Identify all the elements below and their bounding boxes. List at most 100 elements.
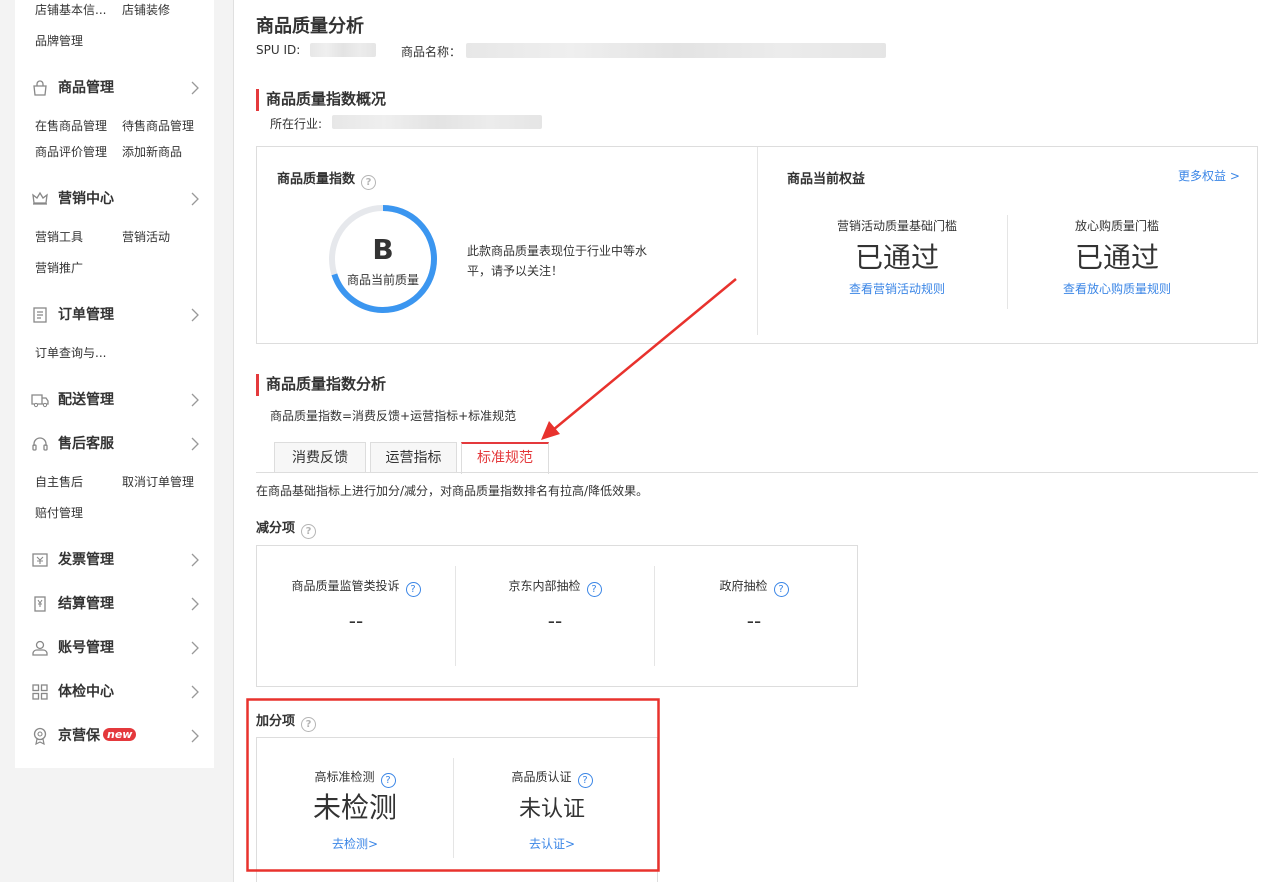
deduction-item-label: 商品质量监管类投诉 <box>291 579 400 593</box>
headset-icon <box>32 437 48 451</box>
bonus-title: 加分项? <box>256 710 317 732</box>
sidebar-link-brand[interactable]: 品牌管理 <box>35 34 83 48</box>
quality-description: 此款商品质量表现位于行业中等水 平，请予以关注！ <box>467 241 647 281</box>
deduction-card: 商品质量监管类投诉? -- 京东内部抽检? -- 政府抽检? -- <box>256 545 858 687</box>
section-title-overview: 商品质量指数概况 <box>256 89 386 111</box>
help-icon[interactable]: ? <box>405 582 421 597</box>
sidebar-group-title: 订单管理 <box>58 307 114 323</box>
bonus-item: 高标准检测? 未检测 去检测> <box>257 768 453 852</box>
divider <box>1007 215 1008 309</box>
help-icon[interactable]: ? <box>773 582 789 597</box>
sidebar-subrow: 赔付管理 <box>35 506 122 520</box>
sidebar-group-checkup[interactable]: 体检中心 <box>31 682 201 702</box>
help-icon[interactable]: ? <box>301 717 317 732</box>
document-icon <box>33 307 47 323</box>
help-icon[interactable]: ? <box>380 773 396 788</box>
page-title: 商品质量分析 <box>256 16 364 37</box>
right-item: 营销活动质量基础门槛 已通过 查看营销活动规则 <box>797 217 997 297</box>
help-icon[interactable]: ? <box>586 582 602 597</box>
sidebar-subrow: 店铺基本信... 店铺装修 <box>35 3 170 17</box>
assured-rules-link[interactable]: 查看放心购质量规则 <box>1017 280 1217 297</box>
bonus-label: 加分项 <box>256 714 296 729</box>
tab-operation-metrics[interactable]: 运营指标 <box>370 442 457 473</box>
truck-icon <box>31 394 49 408</box>
chevron-right-icon <box>191 192 199 206</box>
product-name-value <box>466 43 886 58</box>
sidebar-group-goods[interactable]: 商品管理 <box>31 78 201 98</box>
sidebar-link[interactable]: 待售商品管理 <box>122 119 194 133</box>
spu-id-label: SPU ID: <box>256 43 301 57</box>
go-test-link[interactable]: 去检测> <box>257 835 453 852</box>
tab-description: 在商品基础指标上进行加分/减分，对商品质量指数排名有拉高/降低效果。 <box>256 484 649 498</box>
sidebar-link[interactable]: 在售商品管理 <box>35 119 122 133</box>
sidebar-group-title: 营销中心 <box>58 191 114 207</box>
main-content: 商品质量分析 SPU ID: 商品名称： 商品质量指数概况 所在行业: 商品质量… <box>233 0 1271 882</box>
tab-consumer-feedback[interactable]: 消费反馈 <box>274 442 366 473</box>
sidebar-link[interactable]: 营销推广 <box>35 261 122 275</box>
sidebar-group-invoice[interactable]: 发票管理 <box>31 550 201 570</box>
product-name-label: 商品名称： <box>401 45 462 59</box>
sidebar-group-title: 商品管理 <box>58 80 114 96</box>
bonus-item-label-row: 高品质认证? <box>454 768 650 788</box>
chevron-right-icon <box>191 308 199 322</box>
sidebar-link[interactable]: 营销工具 <box>35 230 122 244</box>
sidebar-link[interactable]: 订单查询与... <box>35 346 122 360</box>
index-formula: 商品质量指数=消费反馈+运营指标+标准规范 <box>270 409 517 423</box>
bonus-item-value: 未检测 <box>312 791 397 824</box>
grid-icon <box>32 684 48 700</box>
sidebar-group-account[interactable]: 账号管理 <box>31 638 201 658</box>
sidebar-group-jingyingbao[interactable]: 京营保 new <box>31 726 201 746</box>
bag-icon <box>33 80 47 96</box>
sidebar-link[interactable]: 取消订单管理 <box>122 475 194 489</box>
right-label: 放心购质量门槛 <box>1074 219 1159 233</box>
sidebar-link[interactable]: 自主售后 <box>35 475 122 489</box>
chevron-right-icon <box>191 81 199 95</box>
sidebar-subrow: 订单查询与... <box>35 346 122 360</box>
sidebar: 店铺基本信... 店铺装修 品牌管理 商品管理 在售商品管理 待售商品管理 商品评价… <box>15 0 214 768</box>
sidebar-group-marketing[interactable]: 营销中心 <box>31 189 201 209</box>
chevron-right-icon <box>191 641 199 655</box>
chevron-right-icon <box>191 729 199 743</box>
right-status: 已通过 <box>1074 241 1159 274</box>
new-badge: new <box>103 728 137 741</box>
sidebar-group-title: 体检中心 <box>58 684 114 700</box>
sidebar-subrow: 商品评价管理 添加新商品 <box>35 145 182 159</box>
sidebar-link-store-decoration[interactable]: 店铺装修 <box>122 3 170 17</box>
sidebar-link[interactable]: 赔付管理 <box>35 506 122 520</box>
bonus-card: 高标准检测? 未检测 去检测> 高品质认证? 未认证 去认证> <box>256 737 658 882</box>
quality-description-line: 此款商品质量表现位于行业中等水 <box>467 244 648 258</box>
invoice-icon <box>32 553 48 567</box>
spu-id-value <box>310 43 376 57</box>
marketing-rules-link[interactable]: 查看营销活动规则 <box>797 280 997 297</box>
bonus-item-value: 未认证 <box>518 797 585 822</box>
sidebar-group-delivery[interactable]: 配送管理 <box>31 390 201 410</box>
right-label: 营销活动质量基础门槛 <box>836 219 957 233</box>
sidebar-group-title: 发票管理 <box>58 552 114 568</box>
go-certify-link[interactable]: 去认证> <box>454 835 650 852</box>
tab-baseline <box>256 472 1258 473</box>
help-icon[interactable]: ? <box>361 175 377 190</box>
more-rights-link[interactable]: 更多权益 > <box>1178 167 1240 184</box>
tab-standards[interactable]: 标准规范 <box>461 442 549 474</box>
chevron-right-icon <box>191 393 199 407</box>
bonus-item: 高品质认证? 未认证 去认证> <box>454 768 650 852</box>
sidebar-link-store-info[interactable]: 店铺基本信... <box>35 3 122 17</box>
deduction-item-value: -- <box>547 609 563 633</box>
sidebar-group-label: 京营保 <box>58 728 100 744</box>
deduction-title: 减分项? <box>256 517 317 539</box>
industry-value <box>332 115 542 129</box>
help-icon[interactable]: ? <box>577 773 593 788</box>
divider <box>757 147 758 335</box>
deduction-item: 商品质量监管类投诉? -- <box>257 577 455 633</box>
sidebar-link[interactable]: 商品评价管理 <box>35 145 122 159</box>
deduction-item-label-row: 商品质量监管类投诉? <box>257 577 455 597</box>
sidebar-group-aftersale[interactable]: 售后客服 <box>31 434 201 454</box>
deduction-item-label: 京东内部抽检 <box>508 579 581 593</box>
sidebar-group-orders[interactable]: 订单管理 <box>31 305 201 325</box>
help-icon[interactable]: ? <box>301 524 317 539</box>
right-status: 已通过 <box>854 241 939 274</box>
sidebar-group-settlement[interactable]: 结算管理 <box>31 594 201 614</box>
sidebar-link[interactable]: 营销活动 <box>122 230 170 244</box>
sidebar-group-title: 账号管理 <box>58 640 114 656</box>
sidebar-link[interactable]: 添加新商品 <box>122 145 182 159</box>
